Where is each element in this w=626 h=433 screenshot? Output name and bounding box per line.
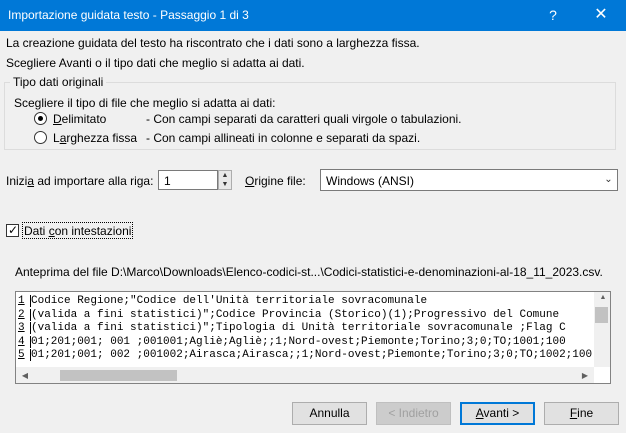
fixed-width-radio[interactable] xyxy=(34,131,47,144)
horizontal-scrollbar[interactable]: ◀ ▶ xyxy=(16,367,594,383)
preview-line: 1 Codice Regione;"Codice dell'Unità terri… xyxy=(18,295,434,307)
preview-line: 4 01;201;001; 001 ;001001;Agliè;Agliè;;1;… xyxy=(18,335,566,348)
delimited-radio[interactable] xyxy=(34,112,47,125)
scroll-right-icon[interactable]: ▶ xyxy=(578,368,592,383)
preview-line: 2 (valida a fini statistici)";Codice Prov… xyxy=(18,308,560,321)
vertical-scroll-thumb[interactable] xyxy=(595,307,608,323)
preview-line: 3 (valida a fini statistici)";Tipologia d… xyxy=(18,322,566,334)
file-preview[interactable]: 1 Codice Regione;"Codice dell'Unità terri… xyxy=(15,291,611,384)
group-legend: Tipo dati originali xyxy=(10,75,107,89)
fixed-width-label[interactable]: Larghezza fissa xyxy=(53,131,137,145)
scroll-left-icon[interactable]: ◀ xyxy=(18,368,32,383)
window-title: Importazione guidata testo - Passaggio 1… xyxy=(8,8,249,22)
next-button[interactable]: Avanti > xyxy=(460,402,535,425)
title-bar: Importazione guidata testo - Passaggio 1… xyxy=(0,0,626,31)
file-type-prompt: Scegliere il tipo di file che meglio si … xyxy=(14,96,276,110)
start-row-input[interactable]: 1 xyxy=(158,170,218,190)
help-icon[interactable]: ? xyxy=(541,4,565,26)
close-icon[interactable]: ✕ xyxy=(588,4,614,26)
horizontal-scroll-thumb[interactable] xyxy=(60,370,177,381)
file-origin-select[interactable]: Windows (ANSI) ⌄ xyxy=(320,169,618,191)
intro-line-1: La creazione guidata del testo ha riscon… xyxy=(6,36,420,50)
file-origin-label: Origine file: xyxy=(245,174,306,188)
delimited-description: - Con campi separati da caratteri quali … xyxy=(146,112,462,126)
cancel-button[interactable]: Annulla xyxy=(292,402,367,425)
back-button[interactable]: < Indietro xyxy=(376,402,451,425)
start-row-label: Inizia ad importare alla riga: xyxy=(6,174,154,188)
preview-label: Anteprima del file D:\Marco\Downloads\El… xyxy=(15,265,603,279)
intro-line-2: Scegliere Avanti o il tipo dati che megl… xyxy=(6,56,305,70)
file-origin-value: Windows (ANSI) xyxy=(326,174,415,188)
start-row-stepper[interactable]: ▲ ▼ xyxy=(218,170,232,190)
preview-line: 5 01;201;001; 002 ;001002;Airasca;Airasca… xyxy=(18,349,593,361)
preview-lines: 1 Codice Regione;"Codice dell'Unità terri… xyxy=(16,295,593,363)
checkmark-icon: ✓ xyxy=(8,223,19,237)
spin-down-icon[interactable]: ▼ xyxy=(219,180,231,189)
scroll-up-icon[interactable]: ▲ xyxy=(597,294,609,304)
radio-selected-dot xyxy=(38,116,43,121)
spin-up-icon[interactable]: ▲ xyxy=(219,171,231,180)
chevron-down-icon[interactable]: ⌄ xyxy=(599,170,617,190)
headers-checkbox-label[interactable]: Dati con intestazioni xyxy=(24,224,131,238)
finish-button[interactable]: Fine xyxy=(544,402,619,425)
delimited-label[interactable]: Delimitato xyxy=(53,112,106,126)
fixed-width-description: - Con campi allineati in colonne e separ… xyxy=(146,131,421,145)
headers-checkbox[interactable]: ✓ xyxy=(6,223,19,237)
